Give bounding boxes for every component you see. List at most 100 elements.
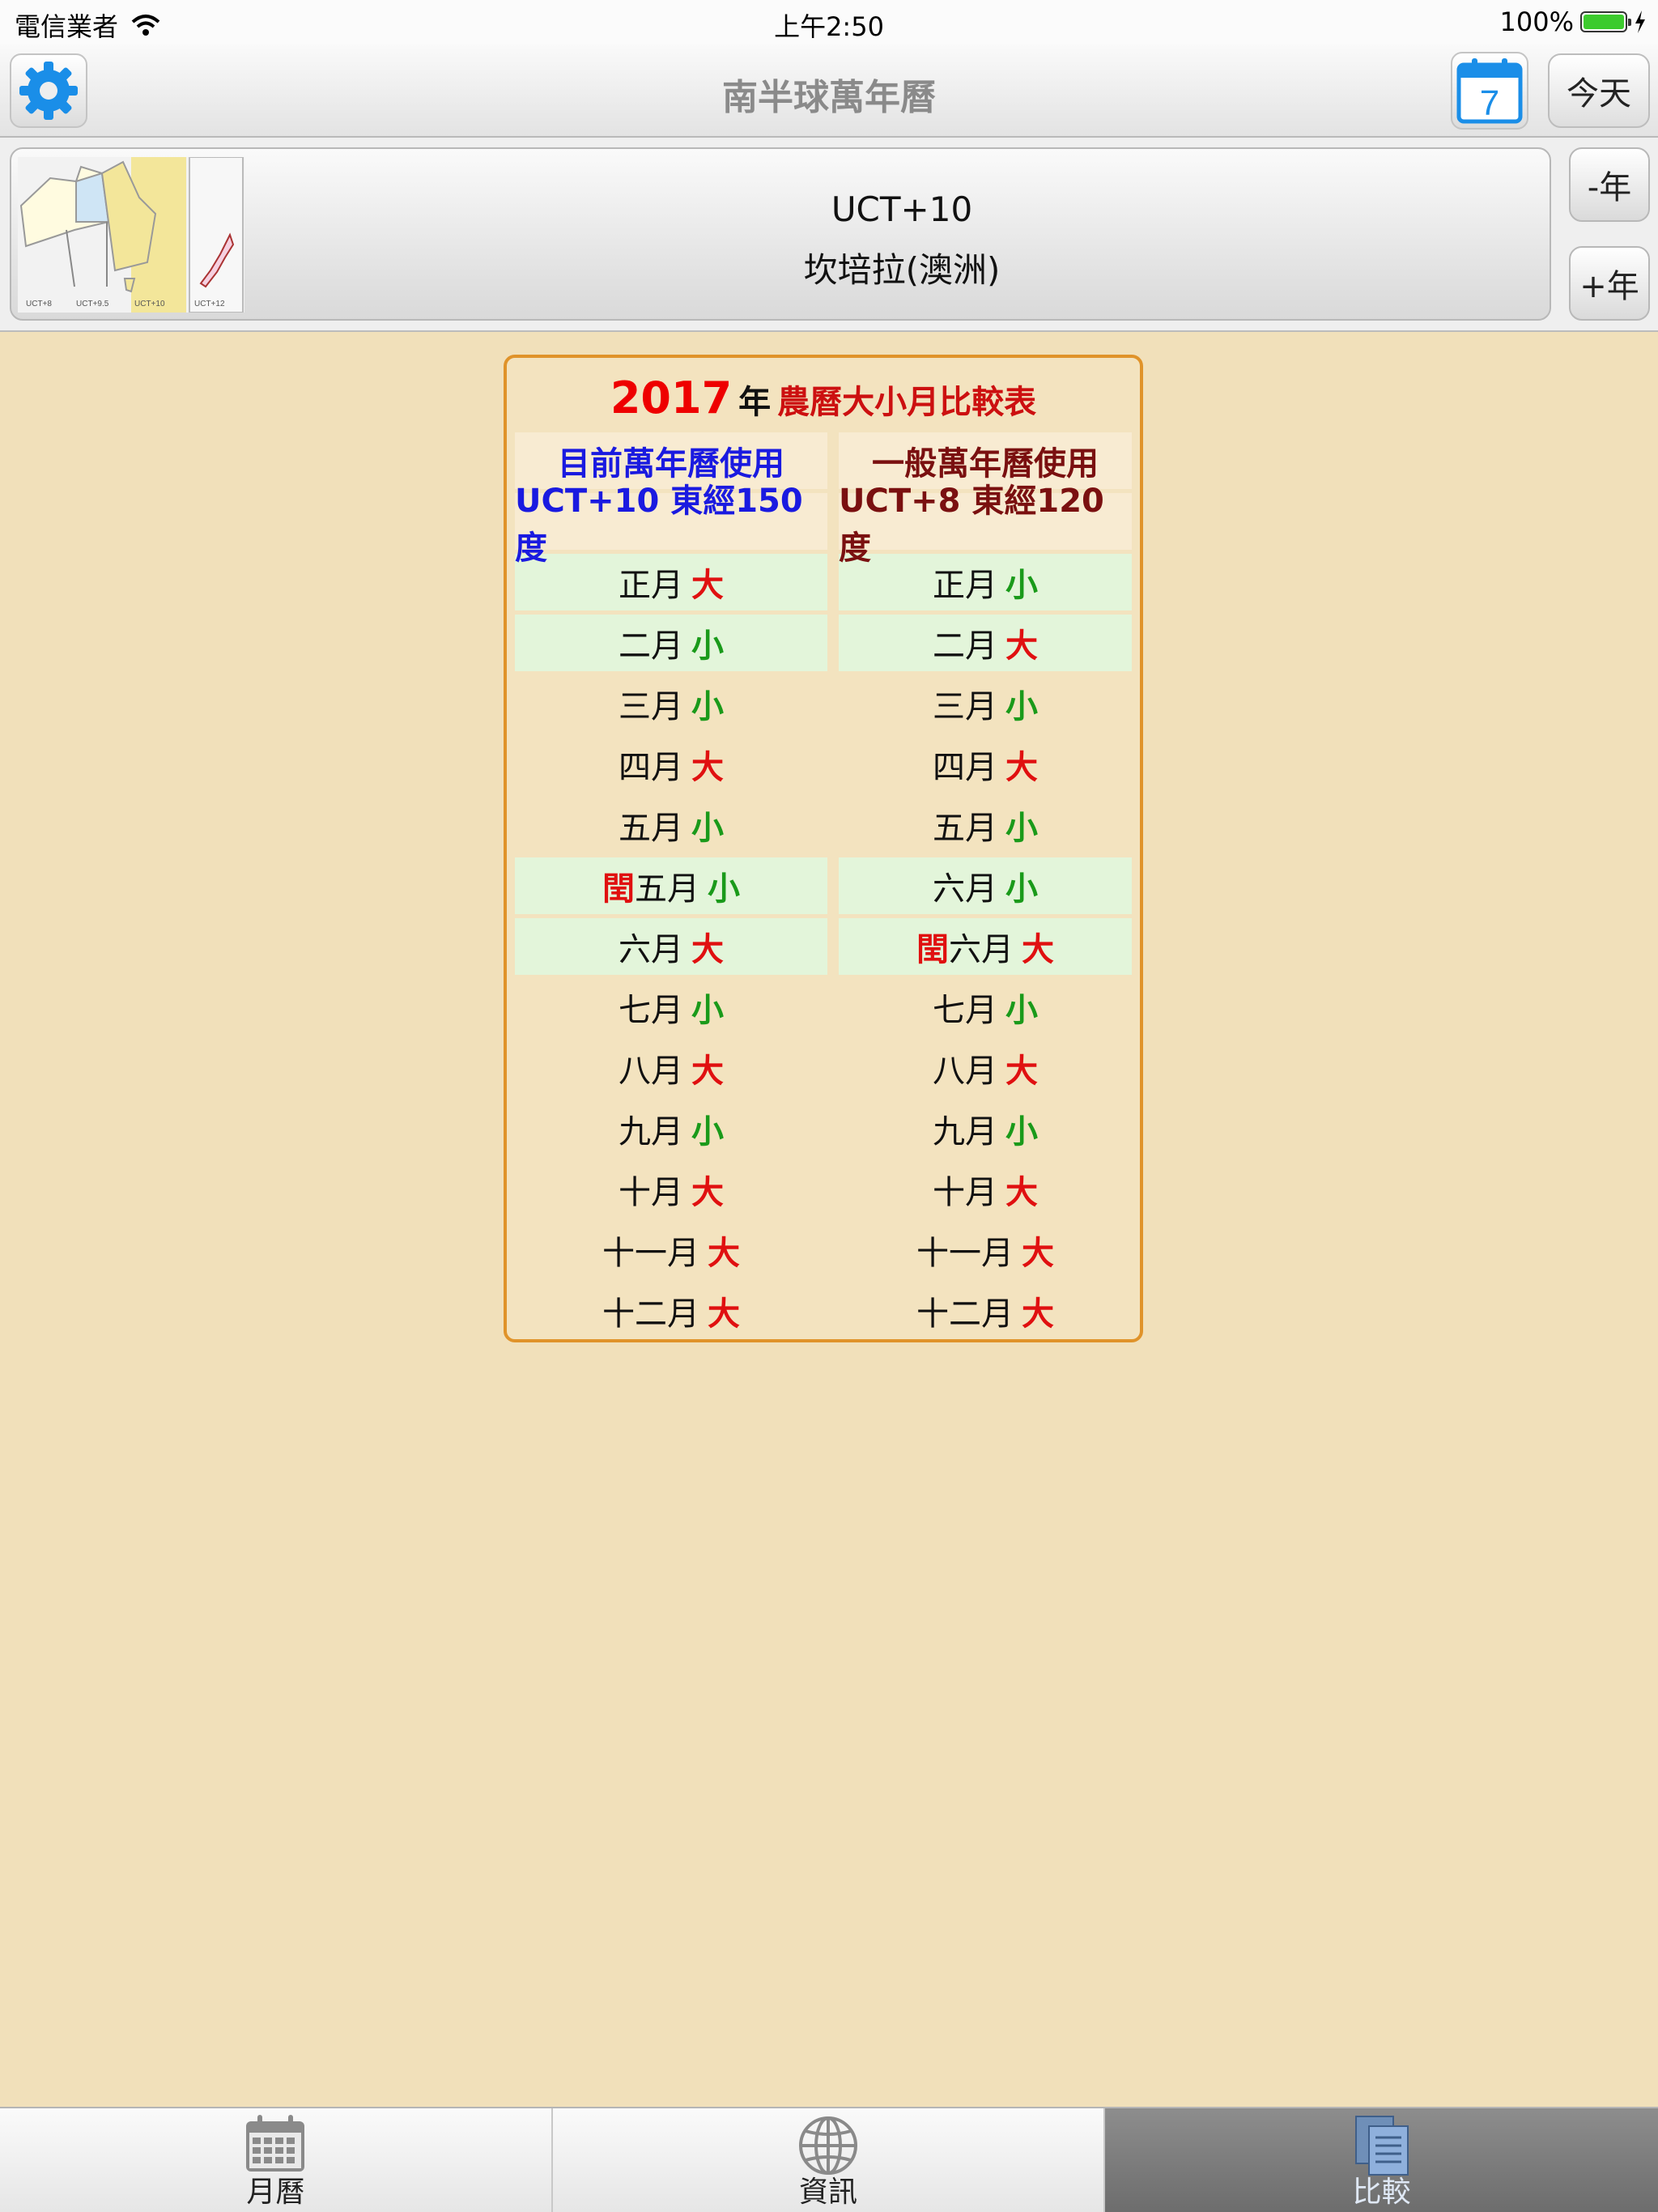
month-size: 大 — [1005, 627, 1038, 665]
timezone-strip: UCT+8 UCT+9.5 UCT+10 UCT+12 UCT+10 坎培拉(澳… — [0, 138, 1658, 332]
right-month-row: 二月大 — [839, 615, 1132, 671]
calendar-day-icon: 7 — [1456, 58, 1523, 124]
month-size: 大 — [708, 1235, 740, 1272]
comparison-table: 2017 年農曆大小月比較表 目前萬年曆使用 UCT+10 東經150度 正月大二… — [504, 355, 1143, 1342]
month-name: 九月 — [619, 1113, 683, 1151]
month-name: 五月 — [619, 810, 683, 847]
general-calendar-column: 一般萬年曆使用 UCT+8 東經120度 正月小二月大三月小四月大五月小六月小閏… — [839, 432, 1132, 1343]
next-year-button[interactable]: +年 — [1569, 246, 1650, 321]
month-size: 大 — [691, 749, 724, 786]
navigation-bar: 南半球萬年曆 7 今天 — [0, 44, 1658, 138]
month-size: 大 — [691, 1053, 724, 1090]
month-name: 十一月 — [916, 1235, 1014, 1272]
today-button[interactable]: 今天 — [1548, 53, 1650, 128]
month-name: 六月 — [949, 931, 1014, 968]
left-month-row: 九月小 — [515, 1100, 827, 1157]
right-month-row: 七月小 — [839, 979, 1132, 1036]
battery-percent: 100% — [1499, 6, 1574, 37]
month-size: 大 — [691, 1174, 724, 1211]
current-calendar-column: 目前萬年曆使用 UCT+10 東經150度 正月大二月小三月小四月大五月小閏五月… — [515, 432, 827, 1343]
right-month-row: 十月大 — [839, 1161, 1132, 1218]
right-month-row: 八月大 — [839, 1040, 1132, 1096]
month-size: 小 — [1005, 992, 1038, 1029]
month-size: 大 — [1022, 931, 1054, 968]
month-size: 大 — [1005, 1174, 1038, 1211]
month-name: 二月 — [933, 627, 997, 665]
comparison-year: 2017 — [610, 372, 733, 423]
month-name: 六月 — [619, 931, 683, 968]
month-size: 小 — [691, 688, 724, 725]
month-size: 小 — [691, 810, 724, 847]
left-month-row: 十一月大 — [515, 1222, 827, 1278]
left-month-row: 閏五月小 — [515, 857, 827, 914]
left-month-row: 六月大 — [515, 918, 827, 975]
tab-compare-label: 比較 — [1352, 2176, 1411, 2209]
month-size: 小 — [1005, 1113, 1038, 1151]
month-name: 八月 — [933, 1053, 997, 1090]
status-bar: 電信業者 上午2:50 100% — [0, 0, 1658, 44]
comparison-title-text: 農曆大小月比較表 — [777, 384, 1037, 421]
map-label-uct8: UCT+8 — [26, 300, 52, 308]
month-name: 三月 — [619, 688, 683, 725]
timezone-map-icon: UCT+8 UCT+9.5 UCT+10 UCT+12 — [18, 157, 244, 313]
map-label-uct10: UCT+10 — [134, 300, 165, 308]
timezone-panel[interactable]: UCT+8 UCT+9.5 UCT+10 UCT+12 UCT+10 坎培拉(澳… — [10, 147, 1551, 321]
month-size: 小 — [708, 870, 740, 908]
tab-compare[interactable]: 比較 — [1105, 2108, 1658, 2212]
month-size: 大 — [691, 567, 724, 604]
left-subheader: UCT+10 東經150度 — [515, 483, 827, 567]
month-size: 大 — [1005, 1053, 1038, 1090]
month-size: 小 — [1005, 688, 1038, 725]
month-size: 小 — [691, 627, 724, 665]
left-month-row: 十月大 — [515, 1161, 827, 1218]
month-name: 正月 — [619, 567, 683, 604]
leap-month-marker: 閏 — [916, 931, 949, 968]
left-month-row: 八月大 — [515, 1040, 827, 1096]
right-subheader: UCT+8 東經120度 — [839, 483, 1132, 567]
month-size: 小 — [1005, 870, 1038, 908]
left-month-row: 七月小 — [515, 979, 827, 1036]
tab-calendar[interactable]: 月曆 — [0, 2108, 553, 2212]
right-month-row: 十二月大 — [839, 1283, 1132, 1339]
calendar-grid-icon — [246, 2115, 305, 2172]
month-name: 七月 — [619, 992, 683, 1029]
year-unit: 年 — [738, 384, 772, 421]
month-name: 五月 — [933, 810, 997, 847]
month-size: 小 — [691, 1113, 724, 1151]
tab-info[interactable]: 資訊 — [553, 2108, 1106, 2212]
battery-icon — [1580, 11, 1631, 32]
month-name: 三月 — [933, 688, 997, 725]
month-name: 二月 — [619, 627, 683, 665]
map-label-uct12: UCT+12 — [194, 300, 225, 308]
page-title: 南半球萬年曆 — [722, 77, 936, 118]
status-right: 100% — [1500, 6, 1647, 37]
right-month-row: 十一月大 — [839, 1222, 1132, 1278]
leap-month-marker: 閏 — [602, 870, 635, 908]
left-month-row: 二月小 — [515, 615, 827, 671]
tab-bar: 月曆 資訊 比較 — [0, 2107, 1658, 2212]
left-month-row: 五月小 — [515, 797, 827, 853]
right-month-row: 三月小 — [839, 675, 1132, 732]
right-month-row: 四月大 — [839, 736, 1132, 793]
month-size: 小 — [691, 992, 724, 1029]
left-month-row: 三月小 — [515, 675, 827, 732]
timezone-offset: UCT+10 — [831, 189, 973, 229]
previous-year-button[interactable]: -年 — [1569, 147, 1650, 222]
right-month-row: 九月小 — [839, 1100, 1132, 1157]
month-name: 六月 — [933, 870, 997, 908]
right-month-row: 閏六月大 — [839, 918, 1132, 975]
month-size: 小 — [1005, 567, 1038, 604]
month-name: 十一月 — [602, 1235, 699, 1272]
month-size: 大 — [1005, 749, 1038, 786]
calendar-button[interactable]: 7 — [1451, 52, 1528, 130]
month-name: 七月 — [933, 992, 997, 1029]
calendar-day-number: 7 — [1480, 83, 1499, 123]
left-month-row: 十二月大 — [515, 1283, 827, 1339]
month-name: 十月 — [619, 1174, 683, 1211]
month-name: 九月 — [933, 1113, 997, 1151]
month-size: 大 — [1022, 1295, 1054, 1333]
right-month-row: 五月小 — [839, 797, 1132, 853]
charging-bolt-icon — [1635, 11, 1645, 33]
month-name: 四月 — [933, 749, 997, 786]
month-size: 大 — [691, 931, 724, 968]
